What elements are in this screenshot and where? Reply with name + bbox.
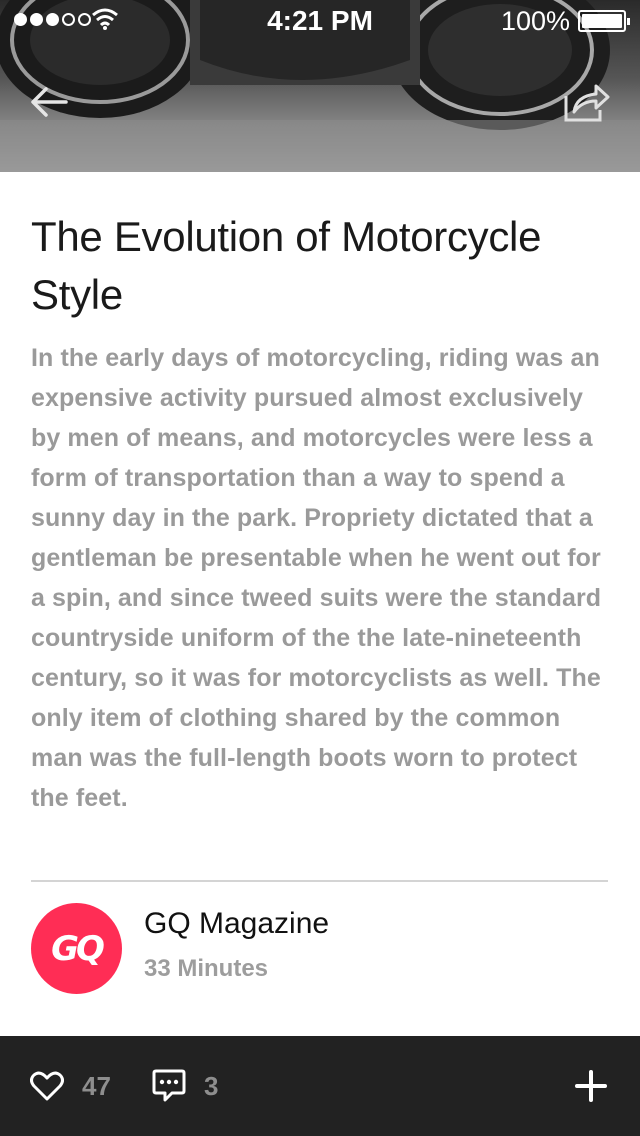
- share-icon: [564, 84, 610, 122]
- source-name: GQ Magazine: [144, 907, 330, 940]
- share-button[interactable]: [562, 80, 612, 124]
- comment-count: 3: [204, 1070, 219, 1101]
- status-bar: 4:21 PM 100%: [0, 0, 640, 40]
- article-body: In the early days of motorcycling, ridin…: [31, 344, 602, 812]
- arrow-left-icon: [31, 87, 68, 117]
- source-row[interactable]: GQ GQ Magazine 33 Minutes: [31, 903, 608, 995]
- source-avatar: GQ: [31, 903, 122, 994]
- bottom-action-bar: 47 3: [0, 1036, 640, 1136]
- article: The Evolution of Motorcycle Style In the…: [31, 208, 611, 818]
- back-button[interactable]: [28, 84, 72, 120]
- article-title: The Evolution of Motorcycle Style: [31, 213, 542, 318]
- hero-photo: 4:21 PM 100%: [0, 0, 640, 172]
- divider: [31, 880, 608, 882]
- battery-icon: [578, 10, 630, 32]
- battery-percentage: 100%: [500, 6, 570, 36]
- comment-button[interactable]: 3: [152, 1066, 218, 1106]
- add-button[interactable]: [574, 1069, 608, 1103]
- heart-icon: [30, 1071, 64, 1101]
- plus-icon: [575, 1070, 607, 1102]
- like-count: 47: [82, 1070, 111, 1101]
- comment-icon: [152, 1069, 186, 1102]
- like-button[interactable]: 47: [30, 1066, 111, 1106]
- article-screen: 4:21 PM 100% The Evolution of Motorcycle…: [0, 0, 640, 1136]
- source-time: 33 Minutes: [144, 955, 269, 982]
